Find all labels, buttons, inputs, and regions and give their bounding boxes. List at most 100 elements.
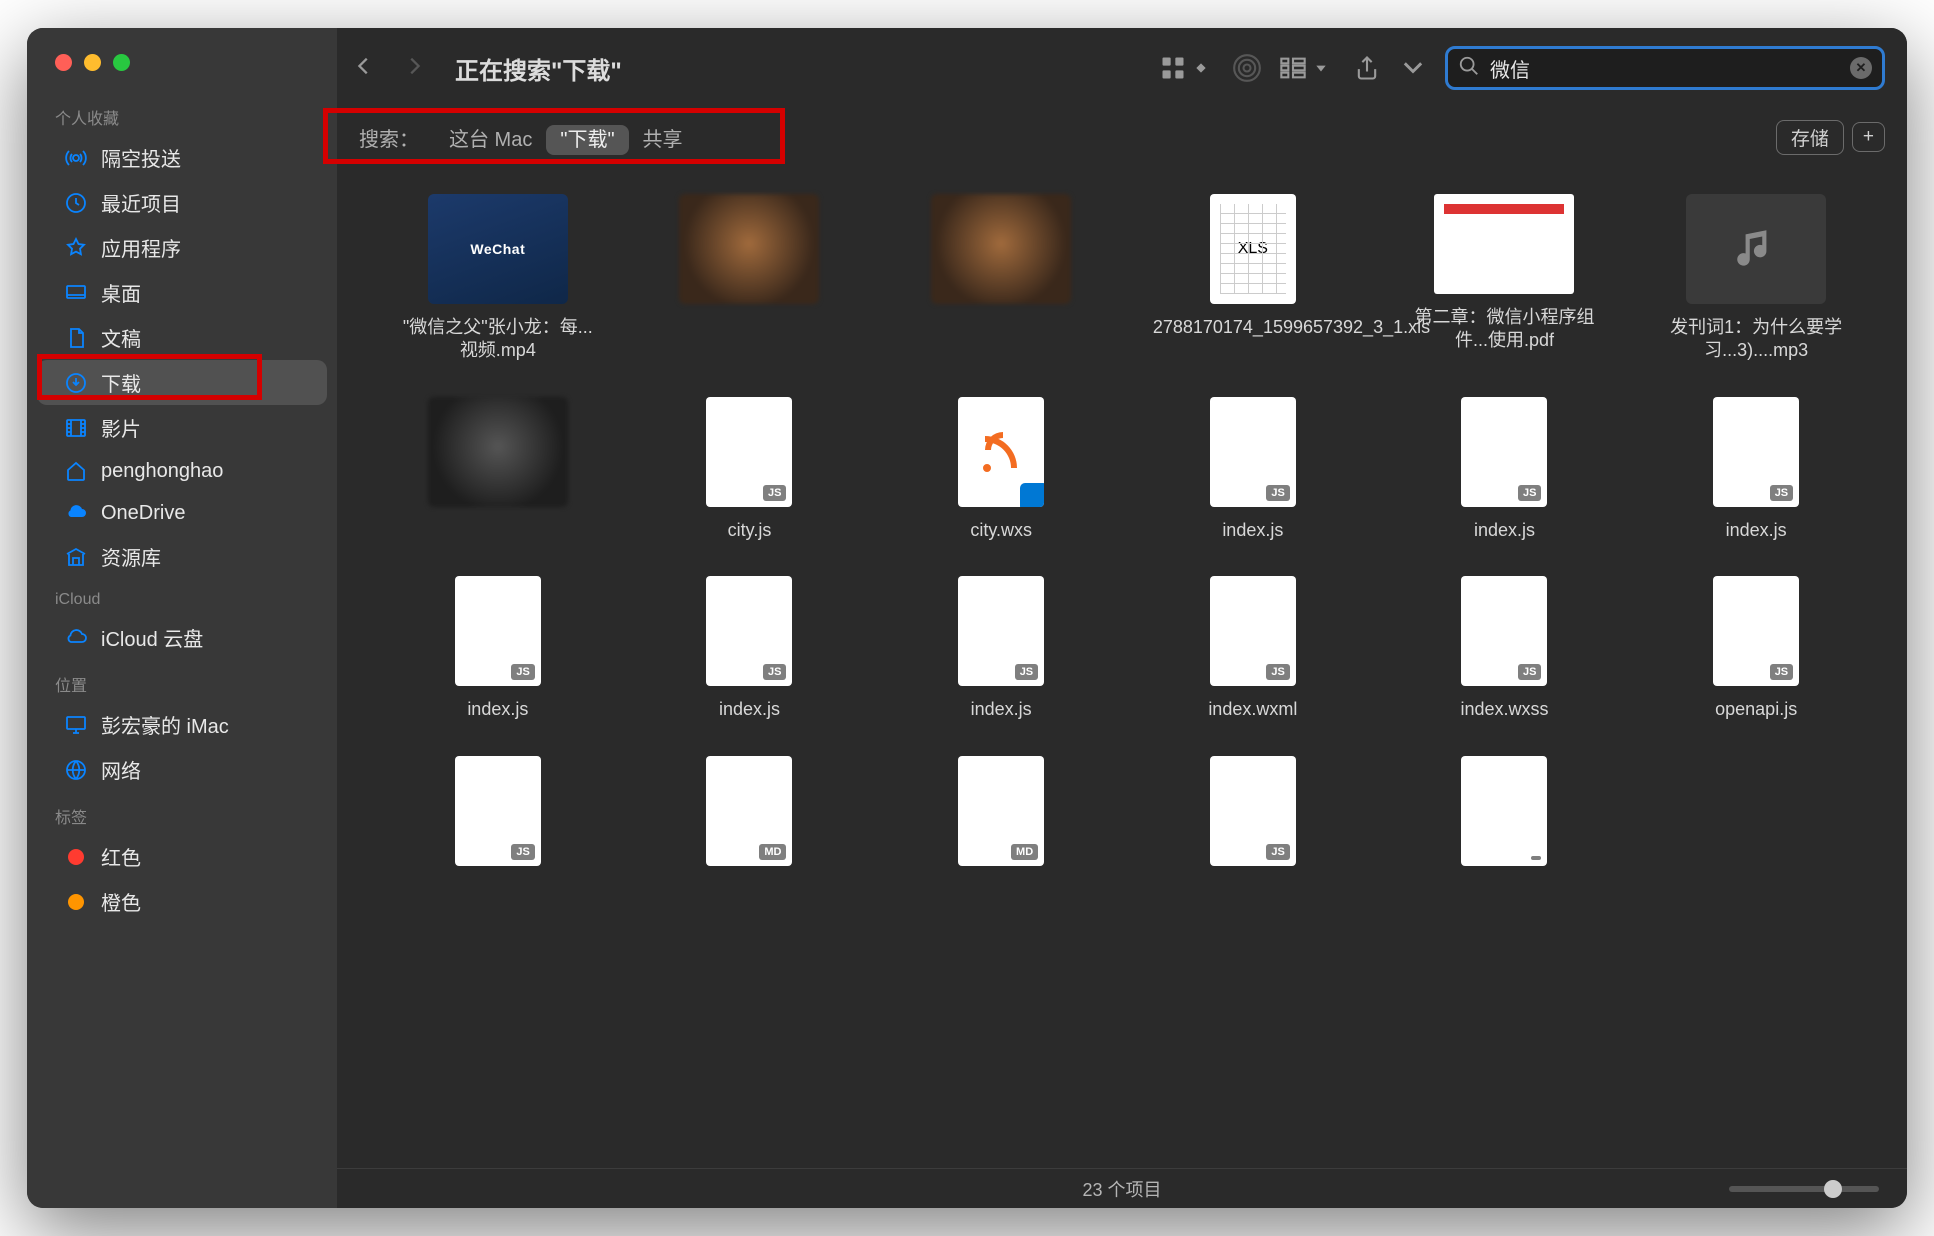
sidebar-item-label: 下载 <box>101 368 141 397</box>
file-item[interactable]: MD <box>639 756 861 878</box>
search-input[interactable] <box>1490 57 1840 80</box>
sidebar-item-home[interactable]: penghonghao <box>37 450 327 492</box>
sidebar-item-apps[interactable]: 应用程序 <box>37 225 327 270</box>
zoom-window-button[interactable] <box>113 54 130 71</box>
clock-icon <box>63 190 89 216</box>
search-field[interactable]: ✕ <box>1445 46 1885 90</box>
sidebar-item-doc[interactable]: 文稿 <box>37 315 327 360</box>
file-item[interactable]: JS <box>1142 756 1364 878</box>
sidebar-item-library[interactable]: 资源库 <box>37 534 327 579</box>
file-item[interactable]: MD <box>890 756 1112 878</box>
home-icon <box>63 458 89 484</box>
imac-icon <box>63 712 89 738</box>
file-name: city.js <box>728 519 772 542</box>
file-name: index.js <box>1474 519 1535 542</box>
sidebar-item-label: 桌面 <box>101 278 141 307</box>
file-name: 2788170174_1599657392_3_1.xls <box>1153 316 1353 339</box>
file-thumbnail: JS <box>1461 576 1547 686</box>
file-name: 发刊词1：为什么要学习...3)....mp3 <box>1656 316 1856 363</box>
sidebar-item-imac[interactable]: 彭宏豪的 iMac <box>37 702 327 747</box>
window-title: 正在搜索"下载" <box>455 51 622 86</box>
minimize-window-button[interactable] <box>84 54 101 71</box>
sidebar-item-红色[interactable]: 红色 <box>37 834 327 879</box>
nav-arrows <box>353 51 425 86</box>
file-item[interactable]: "微信之父"张小龙：每...视频.mp4 <box>387 194 609 363</box>
sidebar-item-label: 隔空投送 <box>101 143 181 172</box>
clear-search-button[interactable]: ✕ <box>1850 57 1872 79</box>
file-name: index.js <box>719 698 780 721</box>
file-thumbnail: JS <box>455 576 541 686</box>
file-item[interactable] <box>387 397 609 542</box>
file-item[interactable]: JScity.js <box>639 397 861 542</box>
file-thumbnail <box>428 194 568 304</box>
file-thumbnail: JS <box>1210 756 1296 866</box>
back-button[interactable] <box>353 51 375 86</box>
airdrop-icon[interactable] <box>1233 54 1261 82</box>
sidebar-item-airdrop[interactable]: 隔空投送 <box>37 135 327 180</box>
globe-icon <box>63 757 89 783</box>
file-item[interactable] <box>1394 756 1616 878</box>
tag-color-dot <box>68 894 84 910</box>
file-name: city.wxs <box>970 519 1032 542</box>
file-item[interactable]: JSindex.wxml <box>1142 576 1364 721</box>
file-item[interactable]: 发刊词1：为什么要学习...3)....mp3 <box>1645 194 1867 363</box>
file-item[interactable]: 第二章：微信小程序组件...使用.pdf <box>1394 194 1616 363</box>
file-thumbnail: JS <box>455 756 541 866</box>
icon-size-slider[interactable] <box>1729 1186 1879 1192</box>
sidebar-section-favorites: 个人收藏 <box>27 93 337 135</box>
forward-button[interactable] <box>403 51 425 86</box>
sidebar-item-desktop[interactable]: 桌面 <box>37 270 327 315</box>
sidebar-item-label: penghonghao <box>101 460 223 483</box>
view-switcher-icon[interactable] <box>1159 54 1215 82</box>
file-item[interactable]: JS index.js <box>1142 397 1364 542</box>
save-search-button[interactable]: 存储 <box>1776 120 1844 155</box>
scope-option[interactable]: "下载" <box>546 125 628 155</box>
file-name: 第二章：微信小程序组件...使用.pdf <box>1404 306 1604 353</box>
file-name: openapi.js <box>1715 698 1797 721</box>
file-thumbnail: XLS <box>1210 194 1296 304</box>
file-item[interactable] <box>890 194 1112 363</box>
file-grid-area[interactable]: "微信之父"张小龙：每...视频.mp4 XLS 2788170174_159965… <box>337 166 1907 1168</box>
sidebar-item-film[interactable]: 影片 <box>37 405 327 450</box>
main-pane: 正在搜索"下载" ✕ 搜索： 这台 Mac"下载"共享 存储 <box>337 28 1907 1208</box>
file-item[interactable]: JSindex.js <box>387 576 609 721</box>
file-item[interactable]: JSindex.js <box>1645 397 1867 542</box>
search-icon <box>1458 55 1480 82</box>
file-item[interactable]: JS index.wxss <box>1394 576 1616 721</box>
scope-option[interactable]: 共享 <box>629 125 697 155</box>
overflow-icon[interactable] <box>1399 54 1427 82</box>
sidebar-item-cloud-filled[interactable]: OneDrive <box>37 492 327 534</box>
sidebar-item-label: 资源库 <box>101 542 161 571</box>
scope-option[interactable]: 这台 Mac <box>435 125 546 155</box>
sidebar-item-globe[interactable]: 网络 <box>37 747 327 792</box>
cloud-filled-icon <box>63 500 89 526</box>
file-name: index.js <box>1222 519 1283 542</box>
file-thumbnail: JS <box>1210 397 1296 507</box>
file-thumbnail: JS <box>958 576 1044 686</box>
file-item[interactable] <box>639 194 861 363</box>
file-item[interactable]: JSopenapi.js <box>1645 576 1867 721</box>
file-item[interactable]: JSindex.js <box>890 576 1112 721</box>
toolbar: 正在搜索"下载" ✕ <box>337 28 1907 108</box>
file-name: index.wxss <box>1460 698 1548 721</box>
sidebar-item-clock[interactable]: 最近项目 <box>37 180 327 225</box>
file-item[interactable]: JS <box>387 756 609 878</box>
file-item[interactable]: city.wxs <box>890 397 1112 542</box>
file-item[interactable]: JSindex.js <box>1394 397 1616 542</box>
share-icon[interactable] <box>1353 54 1381 82</box>
file-item[interactable]: XLS 2788170174_1599657392_3_1.xls <box>1142 194 1364 363</box>
file-item[interactable]: JSindex.js <box>639 576 861 721</box>
status-bar: 23 个项目 <box>337 1168 1907 1208</box>
close-window-button[interactable] <box>55 54 72 71</box>
sidebar-item-download[interactable]: 下载 <box>37 360 327 405</box>
add-filter-button[interactable]: + <box>1852 122 1885 152</box>
group-by-icon[interactable] <box>1279 54 1335 82</box>
sidebar-item-橙色[interactable]: 橙色 <box>37 879 327 924</box>
airdrop-icon <box>63 145 89 171</box>
sidebar-item-label: 应用程序 <box>101 233 181 262</box>
file-thumbnail <box>1434 194 1574 294</box>
sidebar-item-cloud[interactable]: iCloud 云盘 <box>37 615 327 660</box>
film-icon <box>63 415 89 441</box>
file-thumbnail <box>428 397 568 507</box>
file-grid: "微信之父"张小龙：每...视频.mp4 XLS 2788170174_159965… <box>387 194 1867 878</box>
